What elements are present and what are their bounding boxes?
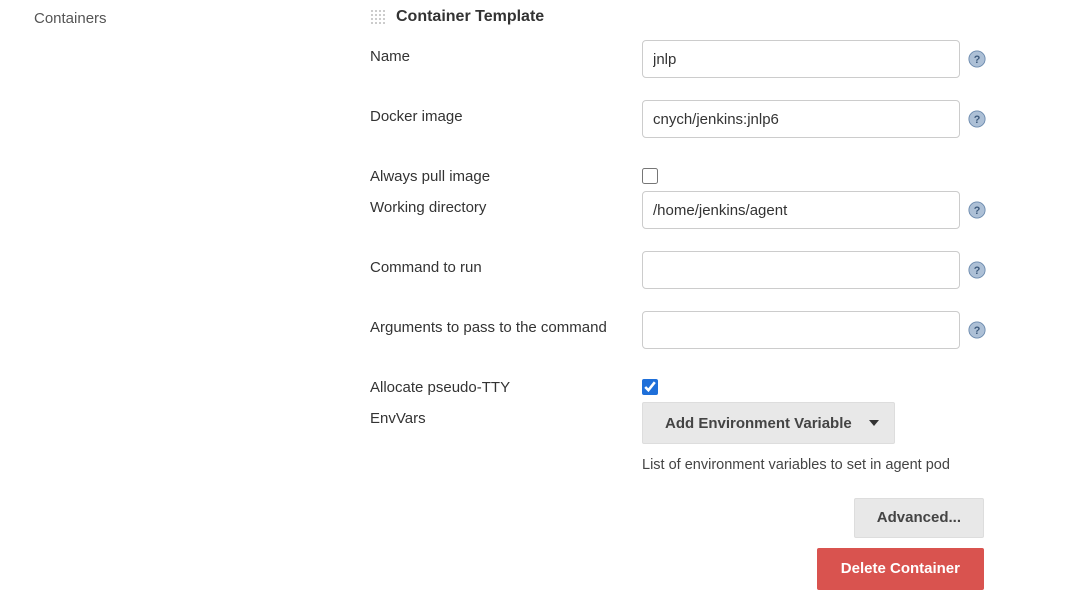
docker-image-label: Docker image [370, 100, 642, 125]
svg-text:?: ? [974, 325, 981, 337]
containers-label: Containers [34, 10, 370, 27]
always-pull-label: Always pull image [370, 160, 642, 185]
allocate-tty-checkbox[interactable] [642, 379, 658, 395]
chevron-down-icon [869, 420, 879, 426]
allocate-tty-label: Allocate pseudo-TTY [370, 371, 642, 396]
delete-container-button[interactable]: Delete Container [817, 548, 984, 590]
svg-text:?: ? [974, 114, 981, 126]
arguments-label: Arguments to pass to the command [370, 311, 642, 336]
svg-text:?: ? [974, 205, 981, 217]
name-label: Name [370, 40, 642, 65]
help-icon[interactable]: ? [968, 201, 986, 219]
help-icon[interactable]: ? [968, 110, 986, 128]
working-dir-label: Working directory [370, 191, 642, 216]
drag-handle-icon[interactable] [370, 9, 386, 25]
svg-text:?: ? [974, 265, 981, 277]
name-input[interactable] [642, 40, 960, 78]
help-icon[interactable]: ? [968, 261, 986, 279]
add-env-var-button[interactable]: Add Environment Variable [642, 402, 895, 444]
always-pull-checkbox[interactable] [642, 168, 658, 184]
advanced-button[interactable]: Advanced... [854, 498, 984, 538]
command-label: Command to run [370, 251, 642, 276]
section-title: Container Template [396, 8, 544, 26]
docker-image-input[interactable] [642, 100, 960, 138]
svg-text:?: ? [974, 54, 981, 66]
help-icon[interactable]: ? [968, 50, 986, 68]
command-input[interactable] [642, 251, 960, 289]
envvars-helper-text: List of environment variables to set in … [642, 456, 950, 476]
add-env-var-label: Add Environment Variable [665, 415, 852, 432]
section-header: Container Template [370, 8, 1020, 26]
working-dir-input[interactable] [642, 191, 960, 229]
envvars-label: EnvVars [370, 402, 642, 427]
help-icon[interactable]: ? [968, 321, 986, 339]
arguments-input[interactable] [642, 311, 960, 349]
